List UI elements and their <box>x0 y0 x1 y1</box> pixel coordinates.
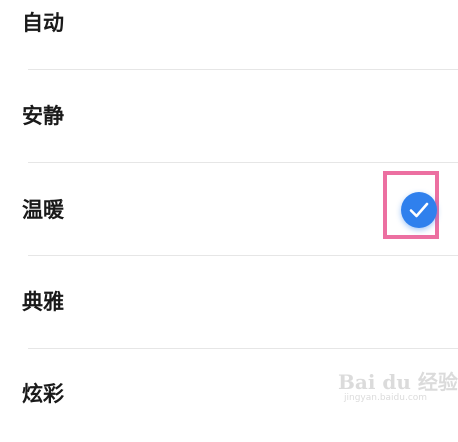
option-row-quiet[interactable]: 安静 <box>0 70 458 163</box>
watermark-logo: Bai du 经验 <box>338 370 458 394</box>
option-label-elegant: 典雅 <box>22 290 64 314</box>
check-circle-icon[interactable] <box>401 192 437 228</box>
option-label-quiet: 安静 <box>22 104 64 128</box>
option-label-warm: 温暖 <box>22 198 64 222</box>
option-label-auto: 自动 <box>22 11 64 35</box>
option-label-colorful: 炫彩 <box>22 382 64 406</box>
option-row-elegant[interactable]: 典雅 <box>0 256 458 349</box>
watermark-url: jingyan.baidu.com <box>344 393 428 403</box>
baidu-watermark: Bai du 经验 jingyan.baidu.com <box>338 366 458 412</box>
checkmark-icon <box>409 202 429 218</box>
